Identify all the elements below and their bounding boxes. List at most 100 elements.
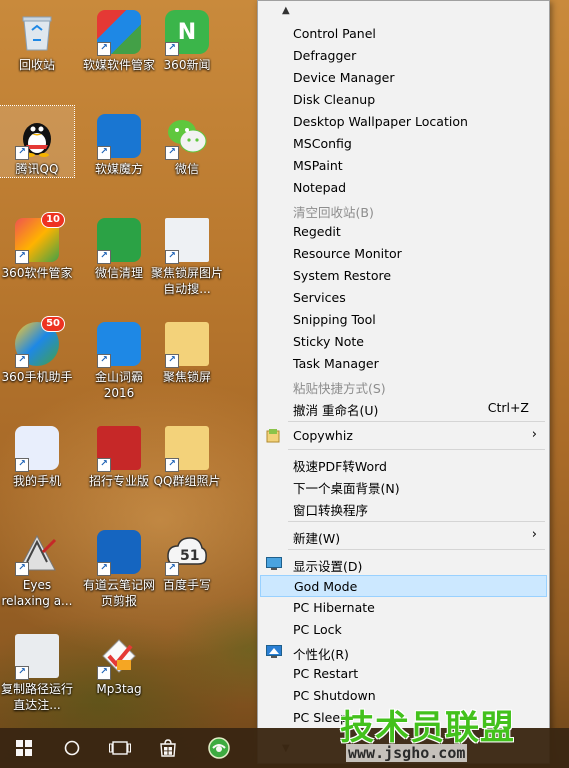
desktop-icon[interactable]: ↗ 微信清理: [82, 210, 156, 281]
menu-item-copywhiz[interactable]: Copywhiz ›: [260, 425, 547, 447]
cortana-circle-icon[interactable]: [48, 728, 96, 768]
menu-item-device-manager[interactable]: Device Manager: [260, 67, 547, 89]
menu-item-defragger[interactable]: Defragger: [260, 45, 547, 67]
shortcut-arrow-icon: ↗: [15, 562, 29, 576]
shortcut-arrow-icon: ↗: [97, 458, 111, 472]
shortcut-arrow-icon: ↗: [15, 146, 29, 160]
desktop-icon-label: 有道云笔记网页剪报: [82, 578, 155, 608]
desktop-icon-label: 腾讯QQ: [15, 162, 59, 176]
menu-item-god-mode[interactable]: God Mode: [260, 575, 547, 597]
desktop-icon[interactable]: ↗ 招行专业版: [82, 418, 156, 489]
menu-item-label: Notepad: [293, 180, 347, 195]
menu-item-label: 粘贴快捷方式(S): [293, 381, 386, 396]
start-windows-icon[interactable]: [0, 728, 48, 768]
desktop-icon[interactable]: ↗ Mp3tag: [82, 626, 156, 697]
desktop-icon[interactable]: ↗ 腾讯QQ: [0, 105, 75, 178]
desktop-icon-label: 招行专业版: [88, 474, 149, 488]
folder-icon: ↗: [165, 322, 209, 368]
desktop-icon[interactable]: ↗ 聚焦锁屏: [150, 314, 224, 385]
menu-item-regedit[interactable]: Regedit: [260, 221, 547, 243]
menu-separator: [288, 421, 545, 422]
menu-item-services[interactable]: Services: [260, 287, 547, 309]
submenu-chevron-right-icon: ›: [531, 427, 537, 442]
desktop-icon-label: Mp3tag: [96, 682, 142, 696]
menu-item-label: Sticky Note: [293, 334, 364, 349]
menu-scroll-up-arrow[interactable]: ▲: [282, 5, 290, 16]
shortcut-arrow-icon: ↗: [165, 458, 179, 472]
menu-item-label: System Restore: [293, 268, 392, 283]
folder-photos-icon: ↗: [165, 426, 209, 472]
desktop-icon[interactable]: 10 ↗ 360软件管家: [0, 210, 74, 281]
menu-item-pc-restart[interactable]: PC Restart: [260, 663, 547, 685]
desktop-icon[interactable]: ↗ QQ群组照片: [150, 418, 224, 489]
desktop-icon[interactable]: ↗ 软媒软件管家: [82, 2, 156, 73]
menu-item-pc-lock[interactable]: PC Lock: [260, 619, 547, 641]
submenu-chevron-right-icon: ›: [531, 527, 537, 542]
desktop-icon[interactable]: 50 ↗ 360手机助手: [0, 314, 74, 385]
menu-item-label: 个性化(R): [293, 647, 349, 662]
menu-item-pc-hibernate[interactable]: PC Hibernate: [260, 597, 547, 619]
desktop-icon-label: 360手机助手: [1, 370, 73, 384]
desktop-icon[interactable]: ↗ 软媒魔方: [82, 106, 156, 177]
menu-item-n[interactable]: 下一个桌面背景(N): [260, 475, 547, 497]
desktop-icon[interactable]: 回收站: [0, 2, 74, 73]
desktop-icon-label: 软媒魔方: [94, 162, 143, 176]
desktop-icon[interactable]: ↗ 有道云笔记网页剪报: [82, 522, 156, 609]
menu-item-u[interactable]: 撤消 重命名(U) Ctrl+Z: [260, 397, 547, 419]
desktop-icon[interactable]: ↗ 金山词霸2016: [82, 314, 156, 401]
menu-item-b[interactable]: 清空回收站(B): [260, 199, 547, 221]
menu-item-s[interactable]: 粘贴快捷方式(S): [260, 375, 547, 397]
menu-item-label: PC Lock: [293, 622, 342, 637]
shortcut-arrow-icon: ↗: [165, 562, 179, 576]
desktop-icon[interactable]: ↗ 微信: [150, 106, 224, 177]
baidu-handwriting-icon: 51 ↗: [165, 530, 209, 576]
shortcut-arrow-icon: ↗: [97, 666, 111, 680]
menu-item-d[interactable]: 显示设置(D): [260, 553, 547, 575]
menu-item-msconfig[interactable]: MSConfig: [260, 133, 547, 155]
task-view-icon[interactable]: [96, 728, 144, 768]
menu-item-snipping-tool[interactable]: Snipping Tool: [260, 309, 547, 331]
menu-item-notepad[interactable]: Notepad: [260, 177, 547, 199]
shortcut-arrow-icon: ↗: [97, 146, 111, 160]
360-browser-icon[interactable]: [195, 728, 243, 768]
menu-item[interactable]: 窗口转换程序: [260, 497, 547, 519]
menu-item-control-panel[interactable]: Control Panel: [260, 23, 547, 45]
menu-item-disk-cleanup[interactable]: Disk Cleanup: [260, 89, 547, 111]
recycle-bin-icon: [15, 10, 59, 54]
desktop-icon-label: 聚焦锁屏: [162, 370, 211, 384]
desktop-icon[interactable]: N ↗ 360新闻: [150, 2, 224, 73]
menu-item-sticky-note[interactable]: Sticky Note: [260, 331, 547, 353]
menu-item-label: 新建(W): [293, 531, 341, 546]
shortcut-arrow-icon: ↗: [165, 354, 179, 368]
desktop-icon-label: 微信清理: [94, 266, 143, 280]
store-icon[interactable]: [144, 728, 192, 768]
menu-item-label: Disk Cleanup: [293, 92, 376, 107]
desktop-icon-label: 回收站: [18, 58, 55, 72]
desktop-icon[interactable]: ↗ 我的手机: [0, 418, 74, 489]
shortcut-arrow-icon: ↗: [165, 42, 179, 56]
menu-item-desktop-wallpaper-location[interactable]: Desktop Wallpaper Location: [260, 111, 547, 133]
my-phone-icon: ↗: [15, 426, 59, 472]
desktop-icon[interactable]: ↗ 复制路径运行直达注...: [0, 626, 74, 713]
desktop-icon[interactable]: ↗ 聚焦锁屏图片自动搜...: [150, 210, 224, 297]
menu-item-resource-monitor[interactable]: Resource Monitor: [260, 243, 547, 265]
menu-item-w[interactable]: 新建(W) ›: [260, 525, 547, 547]
cmb-bank-icon: ↗: [97, 426, 141, 472]
menu-item-r[interactable]: 个性化(R): [260, 641, 547, 663]
desktop-icon[interactable]: ↗ Eyes relaxing a...: [0, 522, 74, 609]
shortcut-arrow-icon: ↗: [97, 354, 111, 368]
menu-item-label: Device Manager: [293, 70, 395, 85]
desktop-icon-label: 我的手机: [12, 474, 61, 488]
menu-item-label: PC Hibernate: [293, 600, 375, 615]
menu-item-pdf-word[interactable]: 极速PDF转Word: [260, 453, 547, 475]
menu-item-mspaint[interactable]: MSPaint: [260, 155, 547, 177]
ruanmei-cube-icon: ↗: [97, 114, 141, 160]
copy-path-script-icon: ↗: [15, 634, 59, 680]
desktop-icon[interactable]: 51 ↗ 百度手写: [150, 522, 224, 593]
menu-item-system-restore[interactable]: System Restore: [260, 265, 547, 287]
desktop-icon-label: 金山词霸2016: [94, 370, 143, 400]
watermark-url: www.jsgho.com: [346, 744, 468, 762]
menu-item-label: 撤消 重命名(U): [293, 403, 379, 418]
menu-item-task-manager[interactable]: Task Manager: [260, 353, 547, 375]
menu-item-label: Services: [293, 290, 346, 305]
